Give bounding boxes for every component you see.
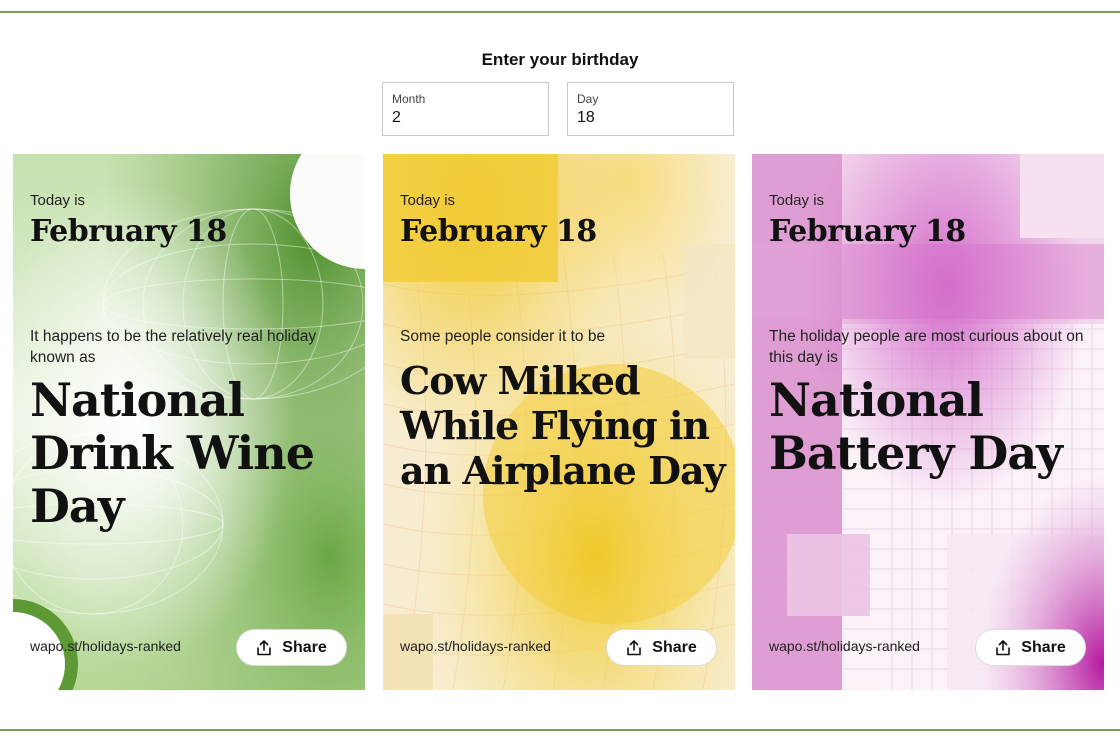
card-date: February 18 (769, 214, 966, 249)
card-date: February 18 (30, 214, 227, 249)
share-link-text: wapo.st/holidays-ranked (30, 638, 181, 654)
share-label: Share (282, 638, 327, 656)
month-field[interactable]: Month (382, 82, 549, 136)
holiday-name: National Drink Wine Day (30, 373, 315, 533)
share-button[interactable]: Share (975, 629, 1086, 666)
card-intro: The holiday people are most curious abou… (769, 328, 1084, 366)
form-heading: Enter your birthday (481, 50, 639, 69)
bottom-divider (0, 729, 1120, 731)
card-intro: Some people consider it to be (400, 328, 606, 345)
share-icon (627, 639, 642, 655)
holiday-card-wine: Today is February 18 It happens to be th… (13, 154, 365, 690)
holiday-card-battery: Today is February 18 The holiday people … (752, 154, 1104, 690)
today-label: Today is (400, 192, 456, 209)
share-label: Share (652, 638, 697, 656)
share-link-text: wapo.st/holidays-ranked (769, 638, 920, 654)
day-field[interactable]: Day (567, 82, 734, 136)
share-icon (257, 639, 272, 655)
today-label: Today is (30, 192, 86, 209)
share-button[interactable]: Share (236, 629, 347, 666)
holiday-card-cow: Today is February 18 Some people conside… (383, 154, 735, 690)
share-button[interactable]: Share (606, 629, 717, 666)
month-input[interactable] (392, 109, 539, 127)
share-label: Share (1021, 638, 1066, 656)
share-link-text: wapo.st/holidays-ranked (400, 638, 551, 654)
card-date: February 18 (400, 214, 597, 249)
day-label: Day (577, 92, 599, 106)
month-label: Month (392, 92, 426, 106)
holiday-name: Cow Milked While Flying in an Airplane D… (400, 358, 726, 493)
share-icon (996, 639, 1011, 655)
top-divider (0, 11, 1120, 13)
holiday-name: National Battery Day (769, 373, 1063, 480)
card-intro: It happens to be the relatively real hol… (30, 328, 317, 366)
today-label: Today is (769, 192, 825, 209)
day-input[interactable] (577, 109, 724, 127)
